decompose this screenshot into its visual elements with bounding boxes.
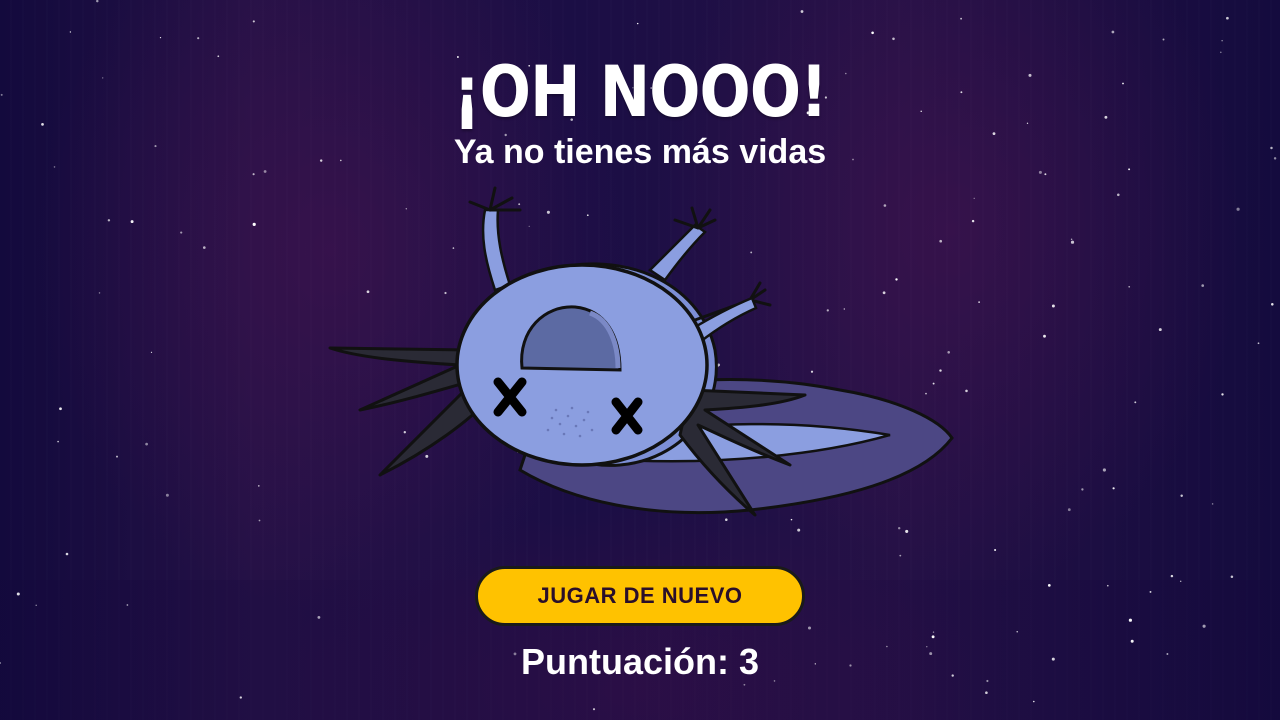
star: [1112, 487, 1115, 490]
star: [1117, 193, 1120, 197]
star: [126, 604, 129, 606]
star: [1111, 30, 1115, 34]
star: [1128, 618, 1132, 622]
star: [252, 222, 256, 226]
star: [1211, 503, 1214, 505]
star: [1271, 303, 1274, 306]
star: [57, 440, 59, 443]
star: [899, 554, 902, 557]
star: [159, 37, 162, 39]
star: [1081, 488, 1084, 491]
game-over-title: ¡OH NOOO!: [453, 51, 827, 133]
dead-axolotl-icon: [328, 186, 954, 517]
star: [973, 197, 975, 199]
star: [871, 31, 874, 35]
star: [1043, 334, 1046, 338]
star: [743, 683, 746, 686]
star: [1170, 574, 1174, 578]
star: [1257, 342, 1260, 345]
star: [1016, 631, 1018, 633]
star: [1158, 328, 1162, 332]
star: [1106, 584, 1109, 587]
star: [1134, 401, 1137, 404]
star: [107, 219, 111, 222]
star: [905, 529, 909, 533]
star: [960, 17, 962, 20]
star: [150, 351, 153, 353]
star: [1230, 575, 1234, 578]
star: [971, 219, 975, 223]
star: [1162, 38, 1165, 41]
star: [636, 22, 639, 25]
play-again-button[interactable]: JUGAR DE NUEVO: [475, 566, 805, 626]
star: [931, 635, 935, 639]
star: [1102, 468, 1106, 472]
star: [1044, 173, 1047, 176]
star: [252, 173, 255, 176]
star: [0, 93, 3, 96]
star: [41, 123, 44, 126]
star: [65, 552, 69, 556]
star: [145, 442, 148, 446]
star: [892, 37, 895, 41]
star: [1149, 590, 1152, 593]
star: [1047, 584, 1051, 587]
star: [1070, 238, 1073, 240]
star: [35, 604, 37, 607]
star: [1070, 240, 1075, 244]
star: [1221, 40, 1223, 42]
star: [130, 220, 134, 224]
star: [1051, 304, 1055, 308]
star: [1202, 624, 1206, 628]
star: [69, 31, 72, 33]
star: [1236, 207, 1240, 211]
star: [592, 708, 596, 711]
star: [800, 10, 804, 13]
star: [1067, 508, 1071, 512]
star: [1220, 51, 1222, 54]
star: [257, 485, 260, 487]
star: [239, 696, 242, 699]
star: [978, 301, 980, 303]
star: [1221, 393, 1224, 396]
star: [252, 20, 255, 23]
score-label: Puntuación: 3: [520, 641, 759, 682]
star: [16, 592, 20, 596]
star: [96, 0, 99, 3]
star: [165, 493, 169, 497]
star: [994, 548, 997, 552]
star: [197, 37, 200, 40]
star: [1226, 16, 1229, 20]
star: [1179, 580, 1182, 583]
star: [807, 626, 812, 630]
game-over-subtitle: Ya no tienes más vidas: [453, 133, 827, 171]
star: [116, 455, 118, 458]
star: [203, 246, 206, 249]
star: [932, 631, 935, 633]
star: [1128, 285, 1131, 288]
star: [180, 231, 183, 234]
star: [258, 519, 261, 522]
star: [1033, 700, 1035, 703]
star: [1201, 284, 1205, 287]
star: [985, 691, 988, 695]
star: [317, 615, 321, 619]
star: [59, 407, 62, 411]
star: [1180, 494, 1183, 497]
star: [98, 292, 101, 294]
